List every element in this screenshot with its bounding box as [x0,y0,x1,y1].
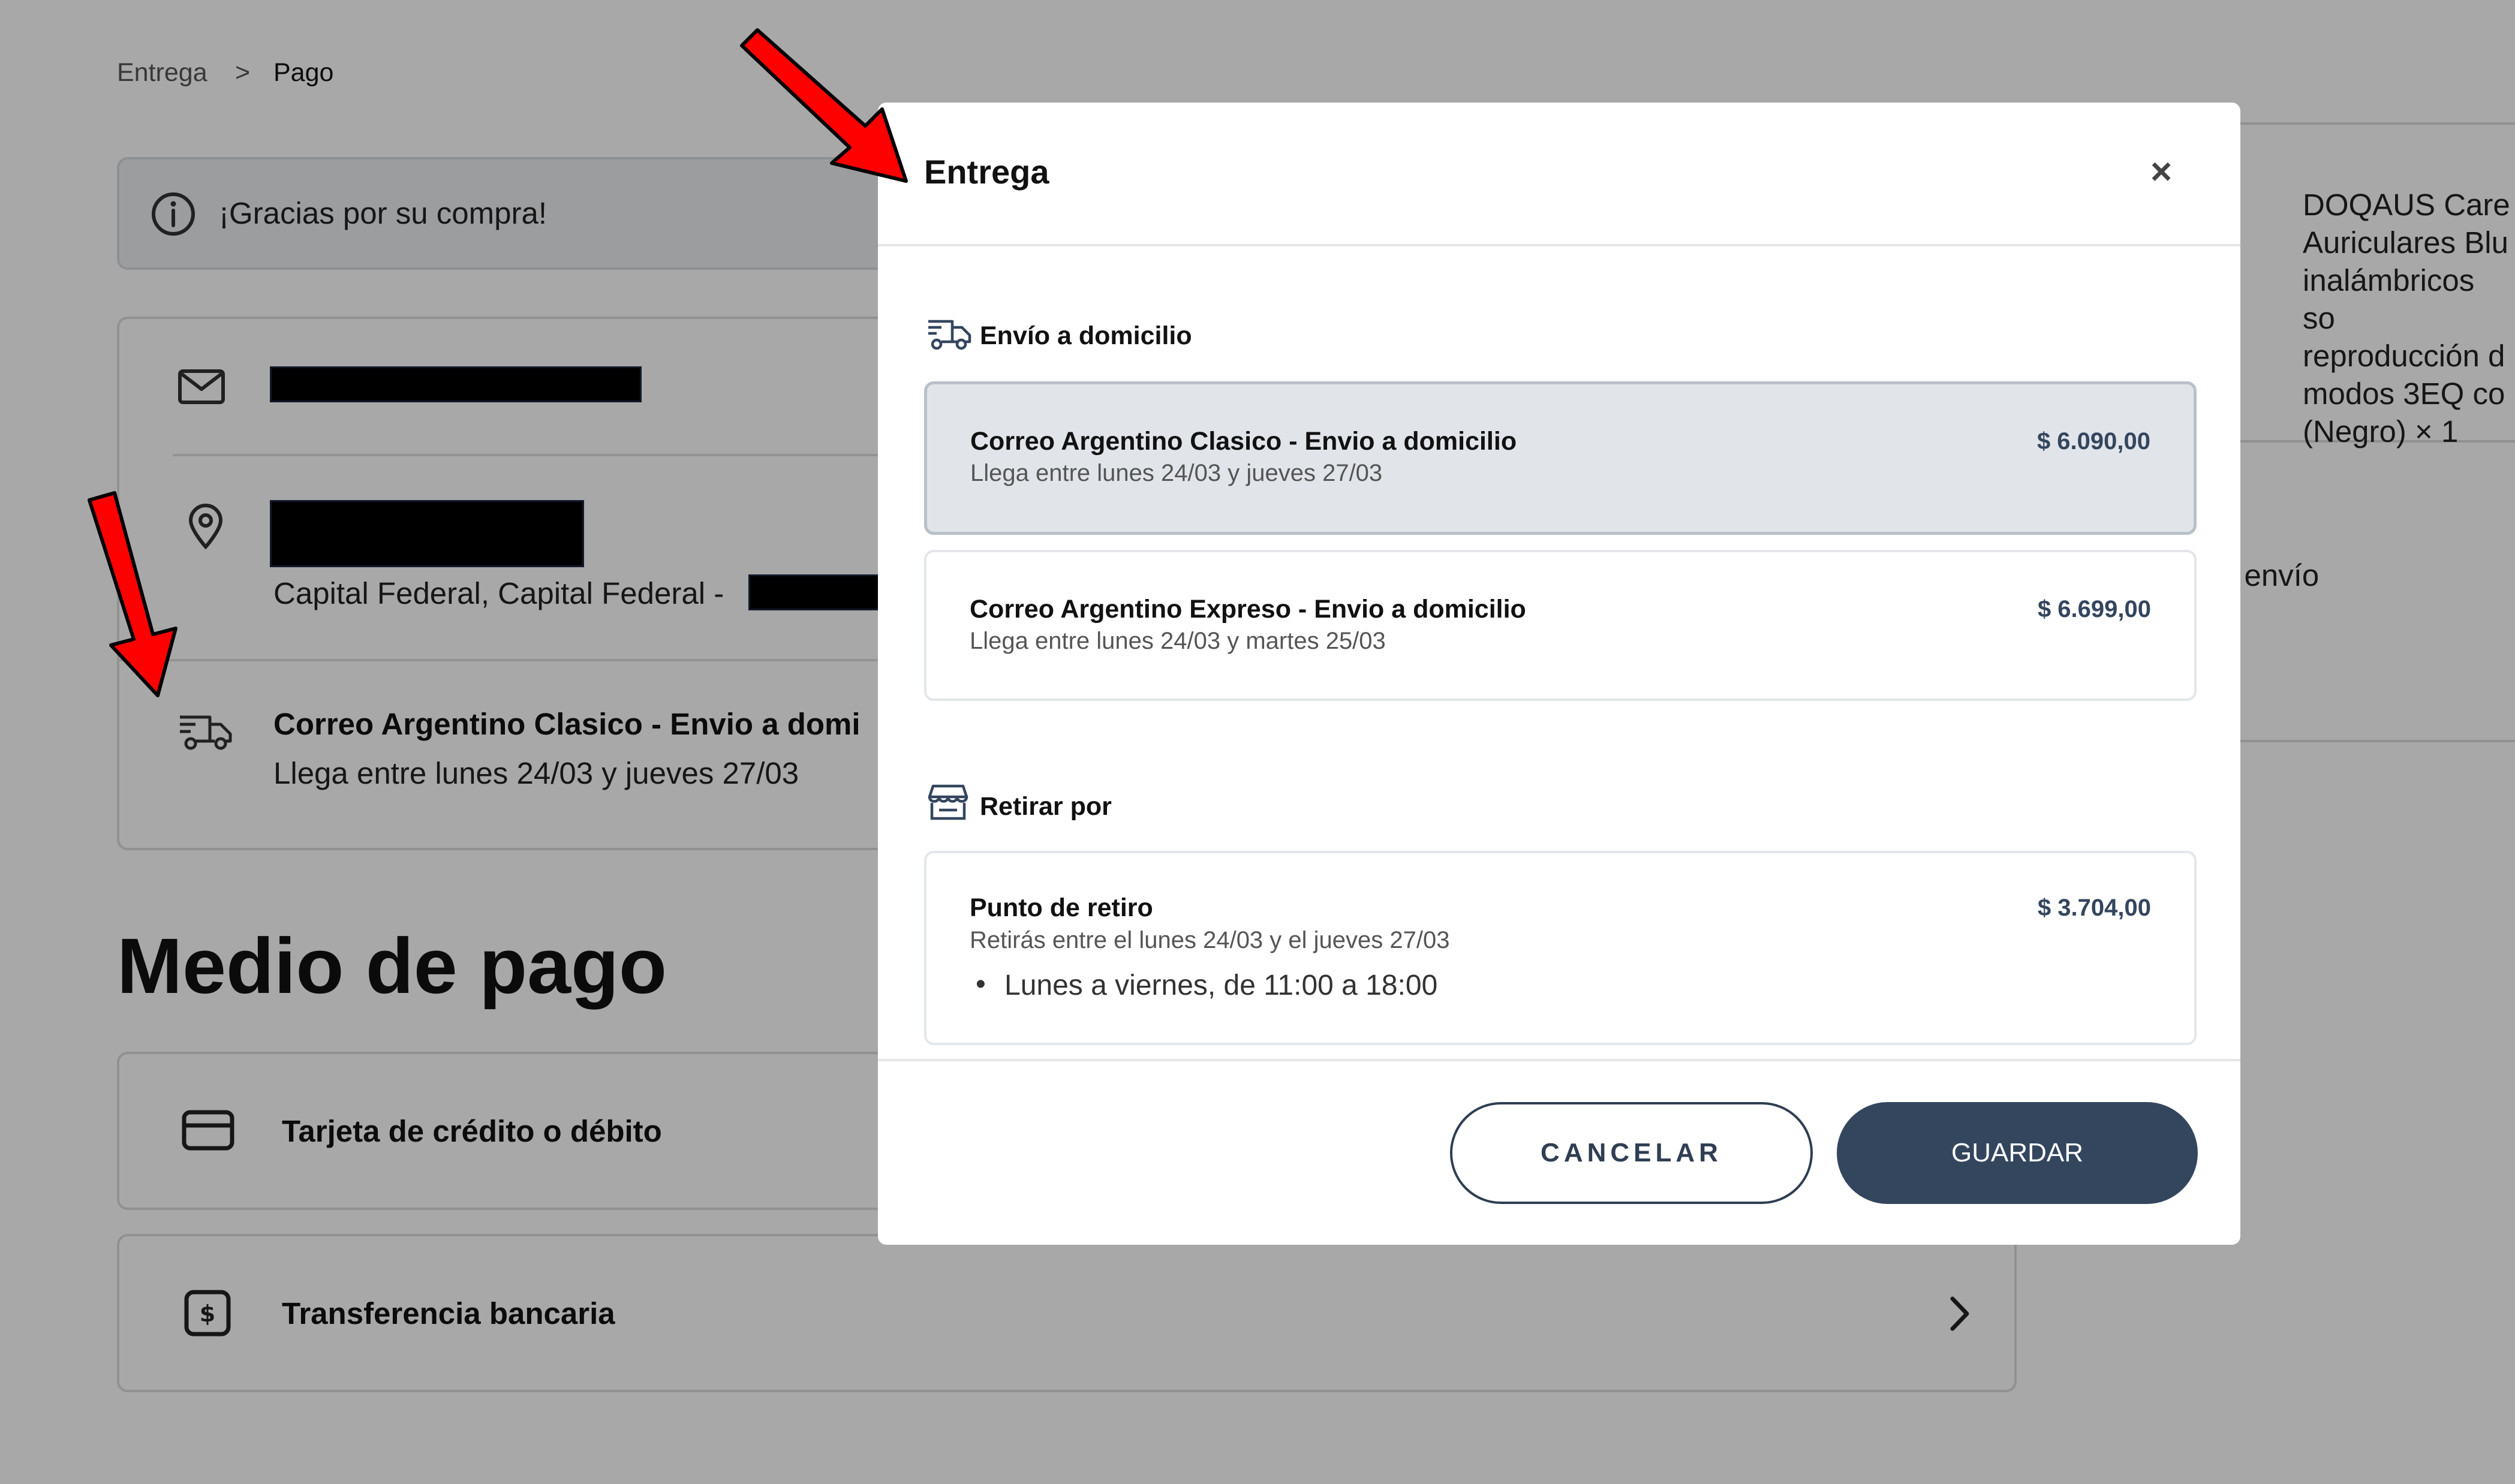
delivery-option-eta: Llega entre lunes 24/03 y jueves 27/03 [970,460,1383,486]
delivery-modal: Entrega × Envío a domicilio Correo Argen… [878,103,2240,1245]
truck-icon [928,320,971,350]
pickup-option-name: Punto de retiro [970,893,1153,922]
pickup-option-price: $ 3.704,00 [2037,895,2151,921]
delivery-option-eta: Llega entre lunes 24/03 y martes 25/03 [970,628,1386,654]
divider [878,1059,2240,1061]
pickup-section-title: Retirar por [980,792,1112,821]
delivery-option-price: $ 6.090,00 [2036,428,2150,454]
bullet-icon: • [976,968,986,1000]
store-icon [928,784,968,820]
delivery-option-name: Correo Argentino Expreso - Envio a domic… [970,595,1526,624]
pickup-option-punto-de-retiro[interactable]: Punto de retiro Retirás entre el lunes 2… [924,851,2197,1045]
modal-title: Entrega [924,153,1049,191]
divider [878,244,2240,246]
annotation-arrow-icon [88,491,178,697]
pickup-option-eta: Retirás entre el lunes 24/03 y el jueves… [970,927,1450,953]
close-icon[interactable]: × [2150,150,2172,193]
delivery-option-clasico[interactable]: Correo Argentino Clasico - Envio a domic… [924,381,2197,535]
home-delivery-section-title: Envío a domicilio [980,321,1192,350]
delivery-option-expreso[interactable]: Correo Argentino Expreso - Envio a domic… [924,550,2197,701]
delivery-option-price: $ 6.699,00 [2037,596,2151,622]
pickup-option-hours: Lunes a viernes, de 11:00 a 18:00 [1004,970,1438,1001]
delivery-option-name: Correo Argentino Clasico - Envio a domic… [970,427,1517,456]
cancel-button[interactable]: CANCELAR [1450,1102,1813,1204]
annotation-arrow-icon [740,28,908,183]
save-button[interactable]: GUARDAR [1837,1102,2198,1204]
